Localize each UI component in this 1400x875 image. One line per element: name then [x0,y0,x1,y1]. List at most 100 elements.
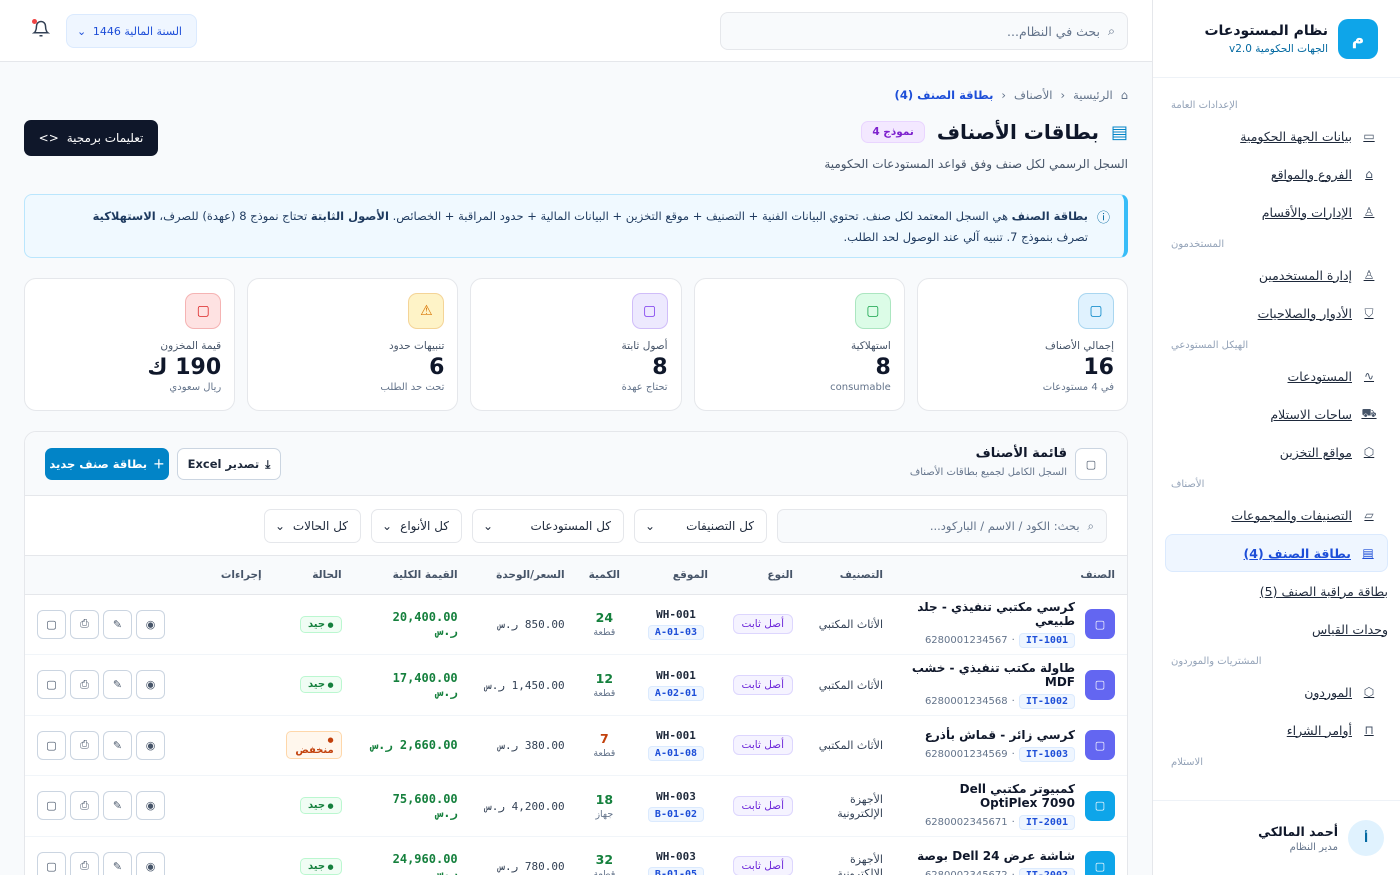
print-icon[interactable]: ⎙ [70,851,99,875]
home-icon: ⌂ [1365,167,1373,181]
sidebar-item[interactable]: ▱ التصنيفات والمجموعات [1165,496,1388,534]
global-search-input[interactable]: ⌕ بحث في النظام... [720,12,1128,50]
status-badge: ● جيد [300,676,342,694]
view-icon[interactable]: ◉ [136,670,165,700]
quantity-cell: 12 قطعة [576,654,632,716]
print-icon[interactable]: ⎙ [70,730,99,760]
status-label: منخفض [295,745,334,757]
item-name[interactable]: طاولة مكتب تنفيذي - خشب MDF [907,661,1075,689]
sidebar-item[interactable]: ∿ المستودعات [1165,357,1388,395]
stat-card: ▢ إجمالي الأصناف 16 في 4 مستودعات [916,278,1128,411]
stat-value: 6 [429,355,445,380]
table-row[interactable]: ▢ كرسي مكتبي تنفيذي - جلد طبيعي IT-1001 · 62… [25,594,1127,655]
item-search-placeholder: بحث: الكود / الاسم / الباركود... [929,519,1080,533]
sidebar-item[interactable]: ♙ إدارة المستخدمين [1165,256,1388,294]
sidebar-item[interactable]: ⊓ أوامر الشراء [1165,711,1388,749]
item-text: طاولة مكتب تنفيذي - خشب MDF IT-1002 · 62800… [907,661,1075,709]
card-icon[interactable]: ▢ [37,609,66,639]
sidebar-item[interactable]: بطاقة مراقبة الصنف (5) [1165,572,1388,610]
sidebar-item[interactable]: ▤ بطاقة الصنف (4) [1165,534,1388,572]
print-icon[interactable]: ⎙ [70,670,99,700]
category-cell: الأثاث المكتبي [805,715,895,776]
item-cell-content: ▢ طاولة مكتب تنفيذي - خشب MDF IT-1002 · 6280… [907,661,1115,709]
breadcrumb-items[interactable]: الأصناف [1014,88,1052,102]
meta-separator: · [1011,635,1015,647]
status-badge: ● جيد [300,857,342,875]
sidebar-item[interactable]: ⬡ مواقع التخزين [1165,433,1388,471]
sidebar-item[interactable]: وحدات القياس [1165,610,1388,648]
info-bold-fixed-assets: الأصول الثابتة [310,209,389,223]
edit-icon[interactable]: ✎ [103,730,132,760]
sidebar-item[interactable]: ⛉ الأدوار والصلاحيات [1165,294,1388,332]
sidebar-item-label: بطاقة مراقبة الصنف (5) [1259,583,1388,599]
table-body: ▢ كرسي مكتبي تنفيذي - جلد طبيعي IT-1001 · 62… [25,594,1127,875]
status-label: جيد [308,860,326,872]
breadcrumb: ⌂ الرئيسية ‹ الأصناف ‹ بطاقة الصنف (4) [895,88,1128,102]
sidebar-item[interactable]: ♙ الإدارات والأقسام [1165,193,1388,231]
print-icon[interactable]: ⎙ [70,609,99,639]
table-header-cell: النوع [720,556,805,595]
table-row[interactable]: ▢ شاشة عرض Dell 24 بوصة IT-2002· 6280002345… [25,836,1127,875]
breadcrumb-home[interactable]: الرئيسية [1073,88,1113,102]
item-type-badge: أصل ثابت [732,856,793,875]
item-warehouse: WH-001 [656,608,696,622]
sidebar-item-label: الأدوار والصلاحيات [1257,305,1352,321]
item-category: الأثاث المكتبي [818,739,883,753]
item-text: كمبيوتر مكتبي Dell OptiPlex 7090 IT-2001 ·… [907,782,1075,830]
info-bold-consumables: الاستهلاكية [92,209,156,223]
total-cell: 20,400.00 ر.س [353,594,470,655]
fiscal-year-select[interactable]: السنة المالية 1446 ⌄ [66,14,197,48]
item-name[interactable]: كرسي زائر - قماش بأذرع [925,728,1075,742]
view-icon[interactable]: ◉ [136,730,165,760]
location-cell: WH-001 A-01-08 [632,715,720,776]
edit-icon[interactable]: ✎ [103,791,132,821]
stat-value: 8 [875,355,891,380]
card-icon[interactable]: ▢ [37,670,66,700]
card-icon[interactable]: ▢ [37,851,66,875]
sidebar-item[interactable]: ⛟ ساحات الاستلام [1165,395,1388,433]
notifications-bell-icon[interactable] [30,19,51,40]
view-icon[interactable]: ◉ [136,791,165,821]
edit-icon[interactable]: ✎ [103,851,132,875]
notification-dot [32,19,37,24]
item-name[interactable]: شاشة عرض Dell 24 بوصة [917,849,1075,863]
view-icon[interactable]: ◉ [136,609,165,639]
total-cell: 75,600.00 ر.س [353,775,470,837]
price-cell: 4,200.00 ر.س [469,775,577,837]
dev-instructions-button[interactable]: تعليمات برمجية <> [24,120,158,156]
category-cell: الأجهزة الإلكترونية [805,775,895,837]
user-profile[interactable]: أ أحمد المالكي مدير النظام [1153,800,1400,875]
add-item-card-button[interactable]: ＋ بطاقة صنف جديد [45,448,169,480]
item-warehouse: WH-003 [656,789,696,803]
item-unit-price: 4,200.00 ر.س [485,799,565,813]
item-category: الأثاث المكتبي [818,618,883,632]
table-row[interactable]: ▢ كرسي زائر - قماش بأذرع IT-1003 · 628000123… [25,715,1127,776]
sidebar-item[interactable]: ⬡ الموردون [1165,673,1388,711]
item-name[interactable]: كمبيوتر مكتبي Dell OptiPlex 7090 [907,782,1075,810]
row-actions: ◉ ✎ ⎙ ▢ [37,851,262,875]
item-name[interactable]: كرسي مكتبي تنفيذي - جلد طبيعي [907,600,1075,628]
user-icon: ♙ [1363,268,1375,282]
item-code: IT-1003 [1018,747,1075,763]
info-text-2: تحتاج نموذج 8 (عهدة) للصرف، [155,209,311,223]
type-filter-select[interactable]: كل الأنواع ⌄ [371,509,462,543]
home-icon: ⌂ [1120,88,1128,102]
folder-icon: ▱ [1364,508,1374,522]
card-icon[interactable]: ▢ [37,730,66,760]
info-text: بطاقة الصنف هي السجل المعتمد لكل صنف. تح… [65,206,1108,248]
print-icon[interactable]: ⎙ [70,791,99,821]
sidebar-item[interactable]: ⌂ الفروع والمواقع [1165,155,1388,193]
add-item-card-label: بطاقة صنف جديد [49,457,148,471]
warehouse-filter-select[interactable]: كل المستودعات ⌄ [472,509,624,543]
sidebar-item[interactable]: ▭ بيانات الجهة الحكومية [1165,117,1388,155]
status-filter-select[interactable]: كل الحالات ⌄ [264,509,361,543]
category-filter-select[interactable]: كل التصنيفات ⌄ [634,509,767,543]
export-excel-button[interactable]: ⤓ تصدير Excel [177,448,281,480]
edit-icon[interactable]: ✎ [103,609,132,639]
item-search-input[interactable]: ⌕ بحث: الكود / الاسم / الباركود... [777,509,1107,543]
edit-icon[interactable]: ✎ [103,670,132,700]
card-icon[interactable]: ▢ [37,791,66,821]
table-row[interactable]: ▢ كمبيوتر مكتبي Dell OptiPlex 7090 IT-2001… [25,775,1127,837]
table-row[interactable]: ▢ طاولة مكتب تنفيذي - خشب MDF IT-1002 · 6280… [25,654,1127,716]
view-icon[interactable]: ◉ [136,851,165,875]
